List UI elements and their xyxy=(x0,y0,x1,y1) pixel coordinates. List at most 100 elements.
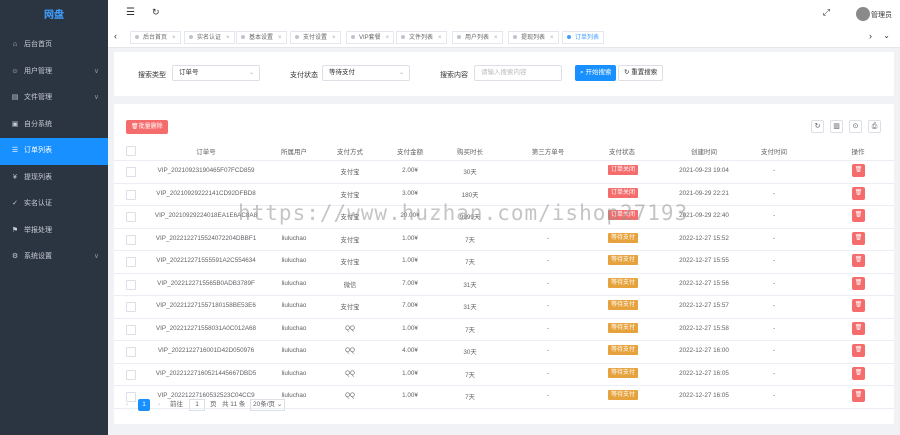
row-checkbox[interactable] xyxy=(126,279,136,290)
cell-method: 支付宝 xyxy=(340,259,360,266)
refresh-icon[interactable]: ↻ xyxy=(152,7,160,18)
chevron-down-icon: ⌄ xyxy=(248,70,254,76)
search-input[interactable]: 请输入搜索内容 xyxy=(474,65,562,81)
delete-row-button[interactable]: 🗑 xyxy=(852,164,865,177)
cell-method: 微信 xyxy=(343,281,357,289)
table-header: 订单号 所属用户 支付方式 支付金额 购买时长 第三方单号 支付状态 创建时间 支付时间 操作 xyxy=(114,140,894,161)
refresh-table-icon[interactable]: ↻ xyxy=(811,120,824,133)
close-icon[interactable]: × xyxy=(386,35,390,41)
tab-6[interactable]: 用户列表 × xyxy=(452,31,503,44)
sidebar-item-6[interactable]: ✓ 实名认证 xyxy=(0,191,108,218)
delete-row-button[interactable]: 🗑 xyxy=(852,276,865,290)
cell-created: 2022-12-27 15:57 xyxy=(679,302,729,309)
chevron-down-icon: ⌄ xyxy=(398,70,404,76)
delete-row-button[interactable]: 🗑 xyxy=(852,209,865,222)
cell-paid: - xyxy=(772,189,776,197)
tab-8[interactable]: 订单列表 xyxy=(562,31,605,44)
fullscreen-icon[interactable]: ⤢ xyxy=(823,7,830,18)
delete-row-button[interactable]: 🗑 xyxy=(852,389,865,402)
cell-user: liuluchao xyxy=(281,347,307,354)
sidebar-item-1[interactable]: ☺ 用户管理 ∨ xyxy=(0,59,108,86)
close-icon[interactable]: × xyxy=(278,35,282,41)
tab-5[interactable]: 文件列表 × xyxy=(396,31,447,44)
delete-row-button[interactable]: 🗑 xyxy=(852,366,865,380)
cell-paid: - xyxy=(772,324,776,332)
close-icon[interactable]: × xyxy=(550,35,554,41)
sidebar-item-7[interactable]: ⚑ 举报处理 xyxy=(0,218,108,245)
row-checkbox[interactable] xyxy=(126,347,136,357)
delete-row-button[interactable]: 🗑 xyxy=(852,299,865,312)
search-button[interactable]: ⌕ 开始搜索 xyxy=(575,65,617,81)
next-page-icon[interactable]: › xyxy=(158,399,160,411)
delete-row-button[interactable]: 🗑 xyxy=(852,321,865,335)
select-all-checkbox[interactable] xyxy=(126,146,136,156)
order-icon: ☰ xyxy=(11,147,19,154)
close-icon[interactable]: × xyxy=(494,35,498,41)
close-icon[interactable]: × xyxy=(438,35,442,41)
delete-row-button[interactable]: 🗑 xyxy=(852,231,865,245)
row-checkbox[interactable] xyxy=(126,369,136,380)
sidebar-item-4[interactable]: ☰ 订单列表 xyxy=(0,138,108,165)
print-icon[interactable]: ⎙ xyxy=(868,120,881,133)
tabs-next-icon[interactable]: › xyxy=(869,31,872,41)
sidebar-item-2[interactable]: ▤ 文件管理 ∨ xyxy=(0,85,108,112)
close-icon[interactable]: × xyxy=(172,35,176,41)
tab-label: 文件列表 xyxy=(409,35,434,41)
row-checkbox[interactable] xyxy=(126,212,136,222)
cell-created: 2022-12-27 16:05 xyxy=(679,392,729,399)
tabs-prev-icon[interactable]: ‹ xyxy=(114,31,117,41)
page-1[interactable]: 1 xyxy=(138,399,150,411)
cell-order: VIP_202212271558031A0C012A68 xyxy=(155,324,257,332)
row-checkbox[interactable] xyxy=(126,257,136,267)
pay-status-select[interactable]: 等待支付 ⌄ xyxy=(322,65,410,81)
tab-0[interactable]: 后台首页 × xyxy=(130,31,181,44)
cell-order: VIP_202212271557180158BE53E6 xyxy=(156,302,256,309)
sidebar-item-0[interactable]: ⌂ 后台首页 xyxy=(0,32,108,59)
batch-delete-button[interactable]: 🗑批量删除 xyxy=(126,120,168,134)
goto-input[interactable]: 1 xyxy=(189,399,205,411)
cell-third: - xyxy=(546,347,550,354)
row-checkbox[interactable] xyxy=(126,302,136,312)
delete-row-button[interactable]: 🗑 xyxy=(852,186,865,200)
avatar[interactable] xyxy=(856,7,870,21)
trash-icon: 🗑 xyxy=(854,279,863,286)
cell-paid: - xyxy=(772,257,776,264)
columns-icon[interactable]: ▥ xyxy=(830,120,843,133)
cell-method: 支付宝 xyxy=(340,169,360,176)
tab-2[interactable]: 基本设置 × xyxy=(236,31,287,44)
close-icon[interactable]: × xyxy=(332,35,336,41)
menu-toggle-icon[interactable]: ☰ xyxy=(126,7,135,18)
cell-duration: 31天 xyxy=(463,281,477,289)
close-icon[interactable]: × xyxy=(226,35,230,41)
page-unit: 页 xyxy=(210,401,217,408)
sidebar-item-5[interactable]: ¥ 提现列表 xyxy=(0,165,108,192)
sidebar-item-3[interactable]: ▣ 自分系统 xyxy=(0,112,108,139)
prev-page-icon[interactable]: ‹ xyxy=(126,399,128,411)
row-checkbox[interactable] xyxy=(126,189,136,200)
username[interactable]: 管理员 xyxy=(871,10,892,20)
trash-icon: 🗑 xyxy=(854,189,863,196)
delete-row-button[interactable]: 🗑 xyxy=(852,254,865,267)
tab-1[interactable]: 实名认证 × xyxy=(184,31,235,44)
tab-7[interactable]: 提现列表 × xyxy=(508,31,559,44)
tab-4[interactable]: VIP套餐 × xyxy=(346,31,395,44)
page-size-select[interactable]: 20条/页 ⌄ xyxy=(250,399,286,411)
sidebar-item-8[interactable]: ⚙ 系统设置 ∨ xyxy=(0,244,108,271)
cell-user: liuluchao xyxy=(281,234,307,242)
cell-order: VIP_20210923190465F07FCD859 xyxy=(157,167,255,174)
row-checkbox[interactable] xyxy=(126,167,136,177)
reset-button[interactable]: ↻ 重置搜索 xyxy=(618,65,664,81)
table-row: VIP_202212271558031A0C012A68 liuluchao QQ 1… xyxy=(114,318,894,341)
table-row: VIP_2022122716001D42D050976 liuluchao QQ 4.… xyxy=(114,340,894,364)
row-checkbox[interactable] xyxy=(126,234,136,245)
export-icon[interactable]: ⊙ xyxy=(849,120,862,133)
tab-3[interactable]: 支付设置 × xyxy=(290,31,341,44)
row-checkbox[interactable] xyxy=(126,324,136,335)
tabs-menu-icon[interactable]: ⌄ xyxy=(883,31,890,40)
delete-row-button[interactable]: 🗑 xyxy=(852,344,865,357)
cell-created: 2021-09-29 22:21 xyxy=(679,189,729,197)
search-type-select[interactable]: 订单号 ⌄ xyxy=(172,65,260,81)
cell-created: 2022-12-27 15:55 xyxy=(679,257,729,264)
cell-amount: 4.00¥ xyxy=(402,347,418,354)
tab-dot xyxy=(241,35,245,40)
